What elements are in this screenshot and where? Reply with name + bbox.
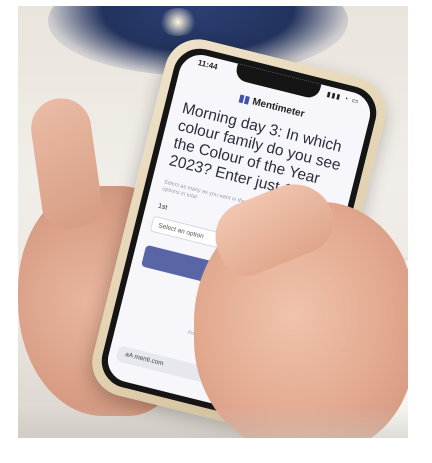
bar-chart-icon: ▮▮ — [237, 93, 251, 107]
bottom-shade — [18, 406, 408, 438]
image-frame: 11:44 ▮▮▮ ◔ ▭ ▮▮Mentimeter Morning day 3… — [0, 0, 432, 463]
left-thumb — [27, 94, 105, 232]
light-glow — [158, 8, 198, 36]
status-time: 11:44 — [196, 58, 219, 72]
brand-name: Mentimeter — [251, 96, 306, 120]
rank-label: 1st — [157, 202, 169, 212]
photo: 11:44 ▮▮▮ ◔ ▭ ▮▮Mentimeter Morning day 3… — [18, 6, 408, 438]
status-icons: ▮▮▮ ◔ ▭ — [325, 91, 360, 106]
